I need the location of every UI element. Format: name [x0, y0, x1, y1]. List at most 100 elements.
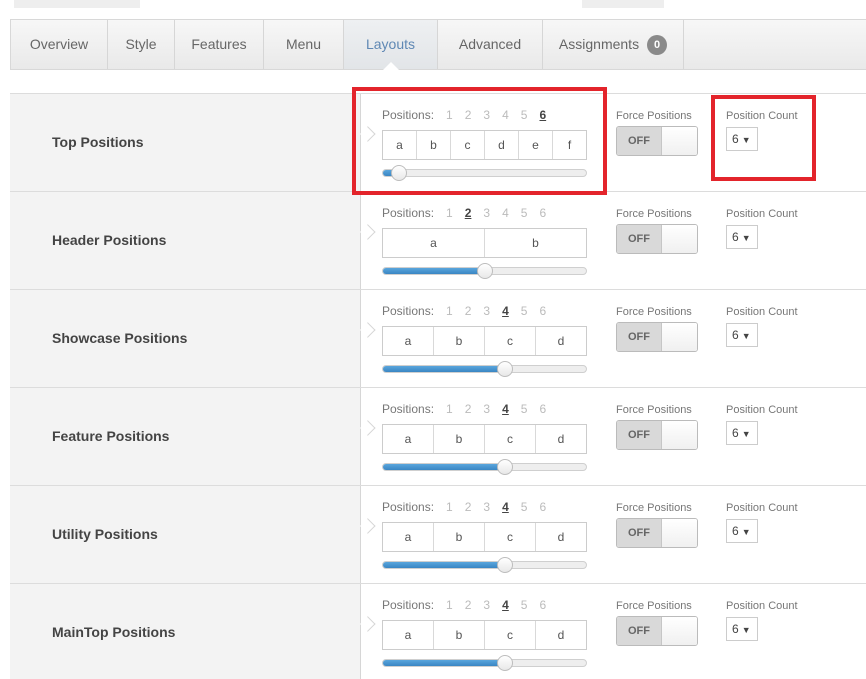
- position-cell[interactable]: a: [383, 327, 434, 355]
- row-label-column: Showcase Positions: [10, 290, 360, 387]
- position-cell[interactable]: a: [383, 229, 485, 257]
- position-cell[interactable]: c: [485, 327, 536, 355]
- tab-advanced[interactable]: Advanced: [438, 20, 543, 69]
- force-positions-toggle[interactable]: OFF: [616, 518, 698, 548]
- position-count-select[interactable]: 6 ▼: [726, 617, 758, 641]
- position-option[interactable]: 2: [465, 500, 472, 514]
- row-title: Showcase Positions: [52, 330, 188, 346]
- toggle-off-label: OFF: [617, 127, 661, 155]
- positions-slider[interactable]: [382, 459, 587, 475]
- row-title: Top Positions: [52, 134, 144, 150]
- positions-slider[interactable]: [382, 557, 587, 573]
- position-option[interactable]: 3: [483, 500, 490, 514]
- row-controls: Positions: 1 2 3 4 5 6 abcd Force Positions OF…: [360, 290, 866, 387]
- positions-slider[interactable]: [382, 263, 587, 279]
- position-cell[interactable]: d: [536, 327, 586, 355]
- top-strip-segment: [14, 0, 140, 8]
- positions-label: Positions:: [382, 304, 435, 318]
- position-cells: abcd: [382, 424, 587, 454]
- position-option[interactable]: 6: [539, 598, 546, 612]
- position-cell[interactable]: c: [485, 425, 536, 453]
- position-count-value: 6: [732, 622, 739, 636]
- position-cell[interactable]: d: [536, 425, 586, 453]
- position-option[interactable]: 6: [539, 206, 546, 220]
- position-cell[interactable]: c: [485, 621, 536, 649]
- position-option[interactable]: 4: [502, 500, 509, 514]
- tab-assignments[interactable]: Assignments 0: [543, 20, 684, 69]
- position-option[interactable]: 6: [539, 500, 546, 514]
- position-option[interactable]: 3: [483, 402, 490, 416]
- force-positions-toggle[interactable]: OFF: [616, 322, 698, 352]
- position-option[interactable]: 4: [502, 598, 509, 612]
- position-count-label: Position Count: [726, 404, 798, 416]
- tab-overview[interactable]: Overview: [11, 20, 108, 69]
- force-positions-toggle[interactable]: OFF: [616, 420, 698, 450]
- position-count-select[interactable]: 6 ▼: [726, 323, 758, 347]
- position-cell[interactable]: a: [383, 425, 434, 453]
- position-count-select[interactable]: 6 ▼: [726, 225, 758, 249]
- force-positions-label: Force Positions: [616, 208, 692, 220]
- position-option[interactable]: 1: [446, 206, 453, 220]
- position-option[interactable]: 3: [483, 598, 490, 612]
- position-cell[interactable]: b: [434, 425, 485, 453]
- position-option[interactable]: 6: [539, 304, 546, 318]
- slider-handle[interactable]: [496, 361, 513, 377]
- force-positions-label: Force Positions: [616, 404, 692, 416]
- row-label-column: Feature Positions: [10, 388, 360, 485]
- position-cell[interactable]: a: [383, 523, 434, 551]
- position-option[interactable]: 5: [521, 402, 528, 416]
- slider-handle[interactable]: [496, 459, 513, 475]
- position-option[interactable]: 5: [521, 500, 528, 514]
- position-option[interactable]: 2: [465, 206, 472, 220]
- force-positions-toggle[interactable]: OFF: [616, 616, 698, 646]
- tab-features[interactable]: Features: [175, 20, 264, 69]
- position-option[interactable]: 5: [521, 304, 528, 318]
- tab-style[interactable]: Style: [108, 20, 175, 69]
- position-count-select[interactable]: 6 ▼: [726, 421, 758, 445]
- position-option[interactable]: 2: [465, 402, 472, 416]
- position-cell[interactable]: b: [434, 523, 485, 551]
- toggle-thumb: [661, 323, 697, 351]
- position-cell[interactable]: d: [536, 621, 586, 649]
- position-option[interactable]: 4: [502, 206, 509, 220]
- position-cell[interactable]: a: [383, 621, 434, 649]
- position-cell[interactable]: b: [434, 621, 485, 649]
- position-option[interactable]: 5: [521, 206, 528, 220]
- caret-down-icon: ▼: [741, 429, 751, 439]
- position-option[interactable]: 1: [446, 402, 453, 416]
- position-option[interactable]: 3: [483, 304, 490, 318]
- slider-handle[interactable]: [496, 655, 513, 671]
- positions-slider[interactable]: [382, 361, 587, 377]
- force-positions-toggle[interactable]: OFF: [616, 126, 698, 156]
- positions-selector: Positions: 1 2 3 4 5 6: [382, 500, 546, 514]
- row-controls: Positions: 1 2 3 4 5 6 abcd Force Positions OF…: [360, 584, 866, 679]
- slider-handle[interactable]: [476, 263, 493, 279]
- position-option[interactable]: 5: [521, 598, 528, 612]
- position-option[interactable]: 6: [539, 402, 546, 416]
- position-cell[interactable]: b: [434, 327, 485, 355]
- position-cell[interactable]: b: [485, 229, 586, 257]
- position-option[interactable]: 2: [465, 304, 472, 318]
- position-option[interactable]: 1: [446, 500, 453, 514]
- slider-fill: [383, 660, 505, 666]
- position-option[interactable]: 4: [502, 304, 509, 318]
- toggle-off-label: OFF: [617, 617, 661, 645]
- tab-layouts[interactable]: Layouts: [344, 20, 438, 70]
- position-cell[interactable]: c: [485, 523, 536, 551]
- position-count-select[interactable]: 6 ▼: [726, 519, 758, 543]
- positions-label: Positions:: [382, 500, 435, 514]
- toggle-off-label: OFF: [617, 519, 661, 547]
- tab-menu[interactable]: Menu: [264, 20, 344, 69]
- position-option[interactable]: 2: [465, 598, 472, 612]
- position-option[interactable]: 1: [446, 304, 453, 318]
- slider-handle[interactable]: [496, 557, 513, 573]
- positions-slider[interactable]: [382, 655, 587, 671]
- position-option[interactable]: 1: [446, 598, 453, 612]
- slider-fill: [383, 366, 505, 372]
- position-option[interactable]: 3: [483, 206, 490, 220]
- layout-row: Feature Positions Positions: 1 2 3 4 5 6 abcd …: [10, 387, 866, 485]
- tab-label: Style: [125, 36, 157, 52]
- position-cell[interactable]: d: [536, 523, 586, 551]
- position-option[interactable]: 4: [502, 402, 509, 416]
- force-positions-toggle[interactable]: OFF: [616, 224, 698, 254]
